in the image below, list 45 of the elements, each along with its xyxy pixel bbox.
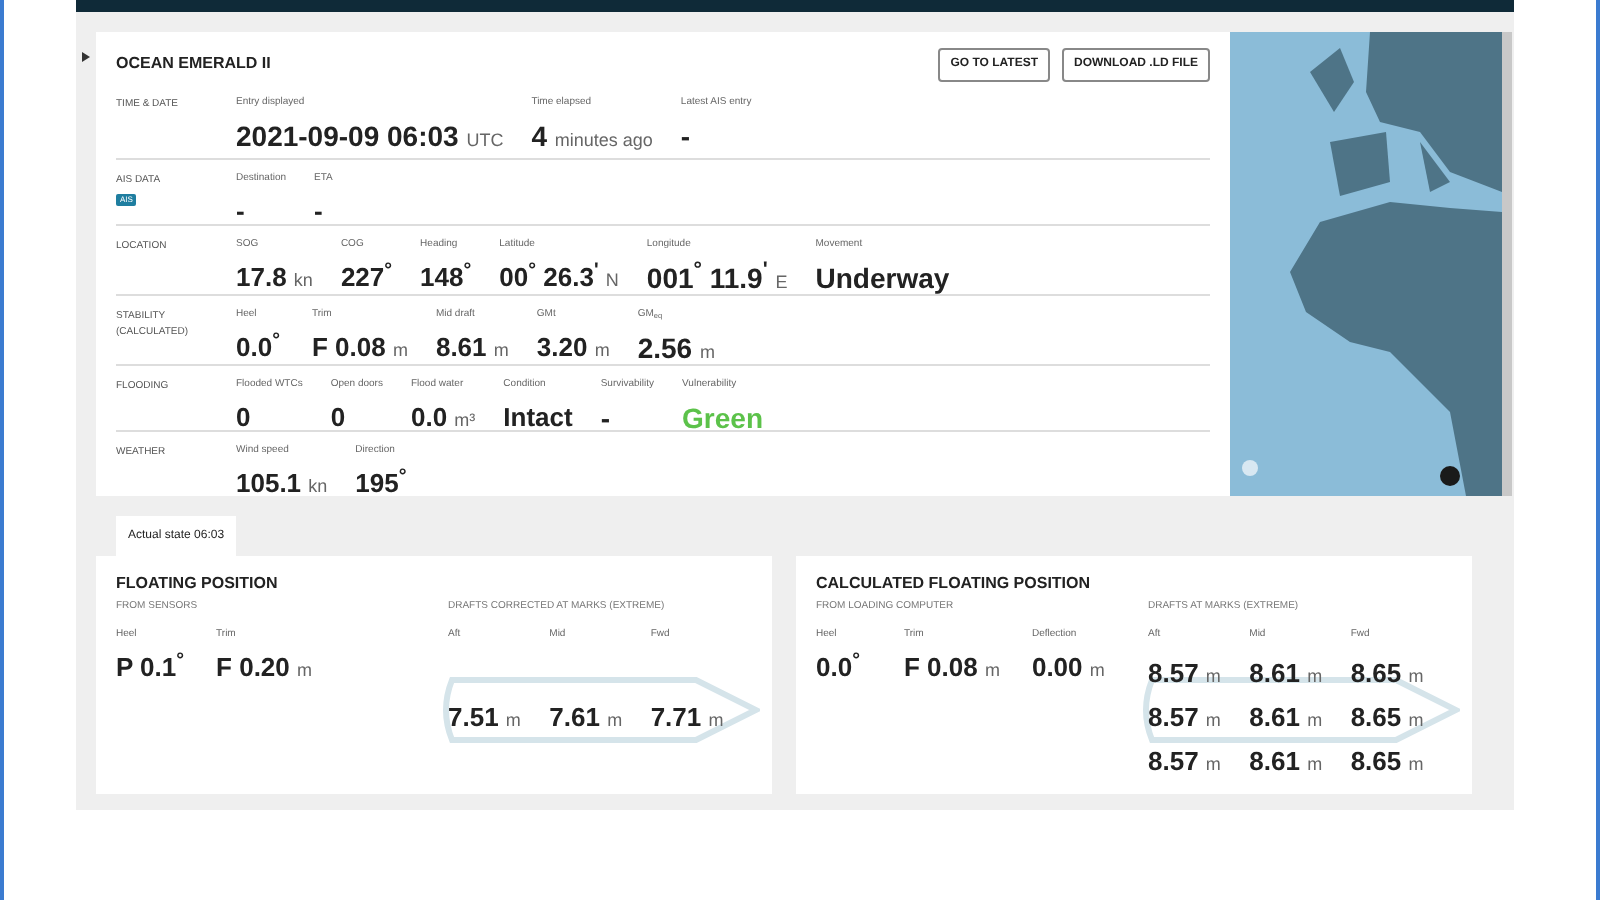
draft-value: 8.57 m — [1148, 746, 1221, 776]
draft-value: 8.61 m — [1249, 746, 1323, 776]
vessel-name: OCEAN EMERALD II — [116, 52, 271, 76]
field-value: 148$^{°}$ — [420, 263, 472, 289]
field-value: 0.0$^{°}$ — [816, 654, 862, 680]
field-value: - — [680, 121, 693, 149]
draft-value: 8.61 m — [1249, 702, 1323, 732]
field-value: 0.0 m³ — [410, 403, 476, 429]
field-value: 4 minutes ago — [531, 121, 653, 149]
field-value: Green — [682, 403, 763, 431]
draft-value: 8.61 m — [1249, 658, 1323, 688]
draft-value: 7.51 m — [448, 702, 521, 732]
field-value: 105.1 kn — [236, 469, 328, 495]
field-value: Underway — [815, 263, 950, 291]
field-value: 0.0$^{°}$ — [236, 333, 282, 359]
field-value: P 0.1$^{°}$ — [116, 654, 185, 680]
field-value: 227$^{°}$ — [340, 263, 393, 289]
field-value: - — [314, 197, 325, 223]
draft-value: 8.57 m — [1148, 702, 1221, 732]
panel-title: FLOATING POSITION — [116, 572, 280, 596]
field-value: 3.20 m — [536, 333, 610, 359]
field-value: - — [236, 197, 247, 223]
field-value: 2021-09-09 06:03 UTC — [236, 121, 504, 149]
draft-value: 8.65 m — [1350, 746, 1424, 776]
field-value: F 0.08 m — [904, 654, 1000, 680]
draft-value: 7.71 m — [650, 702, 724, 732]
draft-value: 8.65 m — [1350, 658, 1424, 688]
field-value: 17.8 kn — [236, 263, 313, 289]
field-value: 0 — [330, 403, 348, 429]
draft-value: 7.61 m — [549, 702, 623, 732]
draft-value: 8.65 m — [1350, 702, 1424, 732]
panel-title: CALCULATED FLOATING POSITION — [816, 572, 1093, 596]
field-value: 0 — [236, 403, 253, 429]
field-value: 001$^{°}$ 11.9$^{'}$ E — [646, 263, 788, 291]
field-value: 195$^{°}$ — [355, 469, 407, 495]
field-value: - — [600, 403, 613, 431]
field-value: Intact — [503, 403, 573, 429]
draft-value: 8.57 m — [1148, 658, 1221, 688]
field-value: 2.56 m — [637, 333, 715, 361]
field-value: 8.61 m — [435, 333, 509, 359]
expand-arrow-icon[interactable] — [82, 52, 90, 62]
field-value: 00$^{°}$ 26.3$^{'}$ N — [499, 263, 619, 289]
field-value: 0.00 m — [1031, 654, 1105, 680]
field-value: F 0.20 m — [216, 654, 312, 680]
field-value: F 0.08 m — [312, 333, 408, 359]
